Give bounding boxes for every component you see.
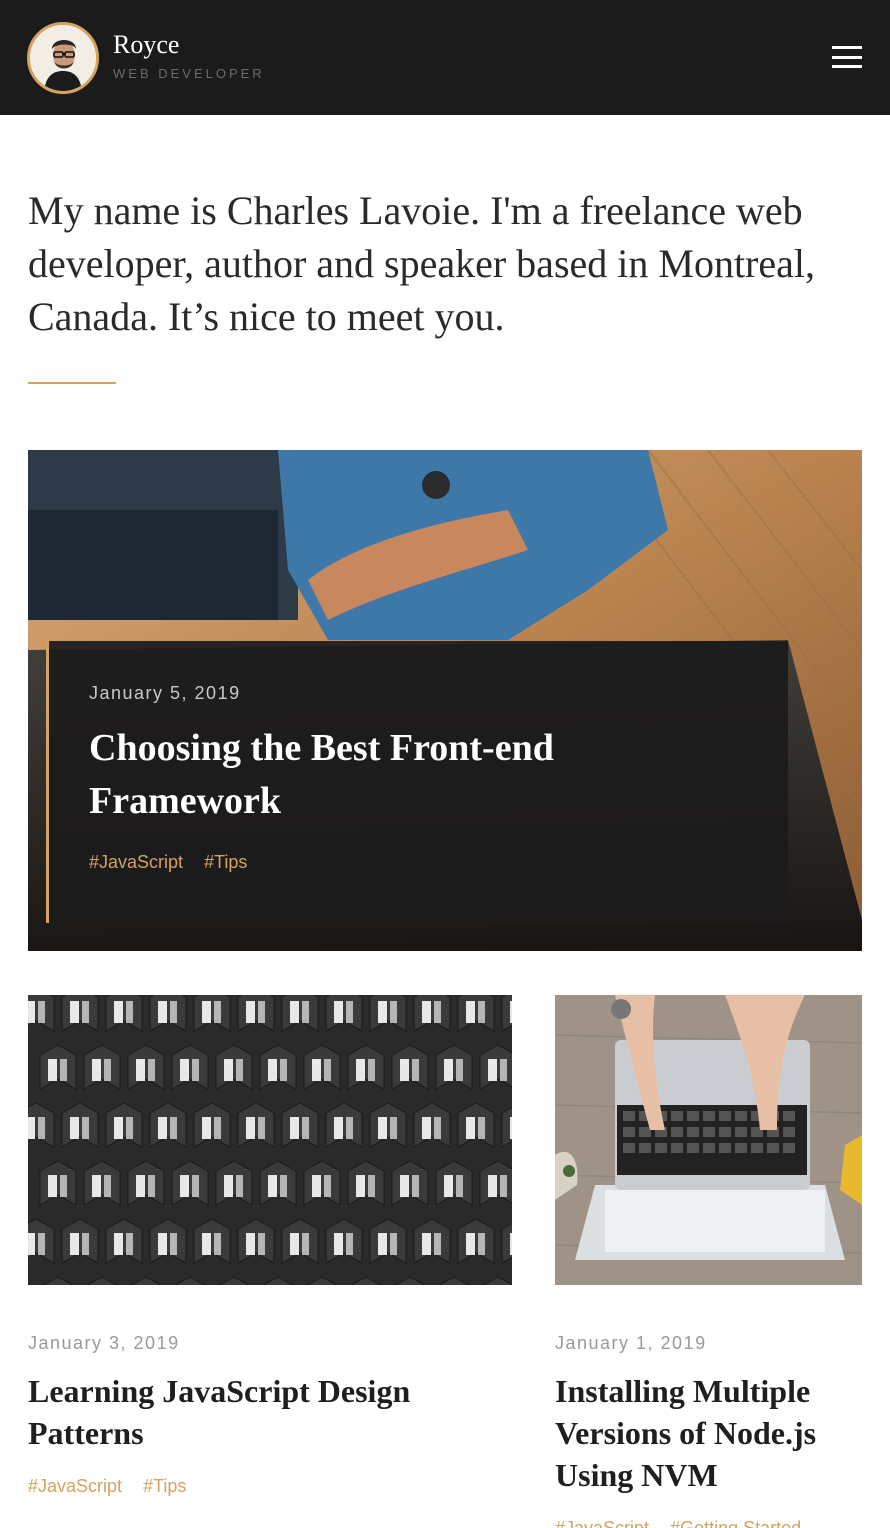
brand-role: WEB DEVELOPER [113, 66, 265, 81]
featured-post-title[interactable]: Choosing the Best Front-end Framework [89, 722, 748, 828]
featured-post[interactable]: January 5, 2019 Choosing the Best Front-… [28, 450, 862, 951]
post-card-date: January 3, 2019 [28, 1333, 180, 1353]
post-card-title[interactable]: Installing Multiple Versions of Node.js … [555, 1370, 862, 1496]
post-card-tags: #JavaScript #Tips [28, 1476, 512, 1497]
tag-link[interactable]: #JavaScript [28, 1476, 122, 1496]
site-header: Royce WEB DEVELOPER [0, 0, 890, 115]
featured-post-tags: #JavaScript #Tips [89, 852, 748, 873]
post-card[interactable]: January 1, 2019 Installing Multiple Vers… [555, 995, 862, 1528]
featured-post-panel: January 5, 2019 Choosing the Best Front-… [46, 641, 788, 923]
tag-link[interactable]: #JavaScript [89, 852, 183, 872]
brand-name[interactable]: Royce [113, 30, 265, 60]
post-card-title[interactable]: Learning JavaScript Design Patterns [28, 1370, 512, 1454]
tag-link[interactable]: #Tips [143, 1476, 186, 1496]
intro-divider [28, 382, 116, 384]
tag-link[interactable]: #JavaScript [555, 1518, 649, 1528]
post-card-date: January 1, 2019 [555, 1333, 707, 1353]
post-card[interactable]: January 3, 2019 Learning JavaScript Desi… [28, 995, 512, 1497]
post-card-tags: #JavaScript #Getting Started [555, 1518, 862, 1528]
intro-text: My name is Charles Lavoie. I'm a freelan… [28, 188, 815, 339]
tag-link[interactable]: #Tips [204, 852, 247, 872]
post-card-image[interactable] [555, 995, 862, 1285]
featured-post-date: January 5, 2019 [89, 683, 241, 703]
avatar[interactable] [27, 22, 99, 94]
tag-link[interactable]: #Getting Started [670, 1518, 801, 1528]
hamburger-menu-icon[interactable] [832, 46, 862, 68]
post-card-image[interactable] [28, 995, 512, 1285]
brand[interactable]: Royce WEB DEVELOPER [113, 30, 265, 81]
